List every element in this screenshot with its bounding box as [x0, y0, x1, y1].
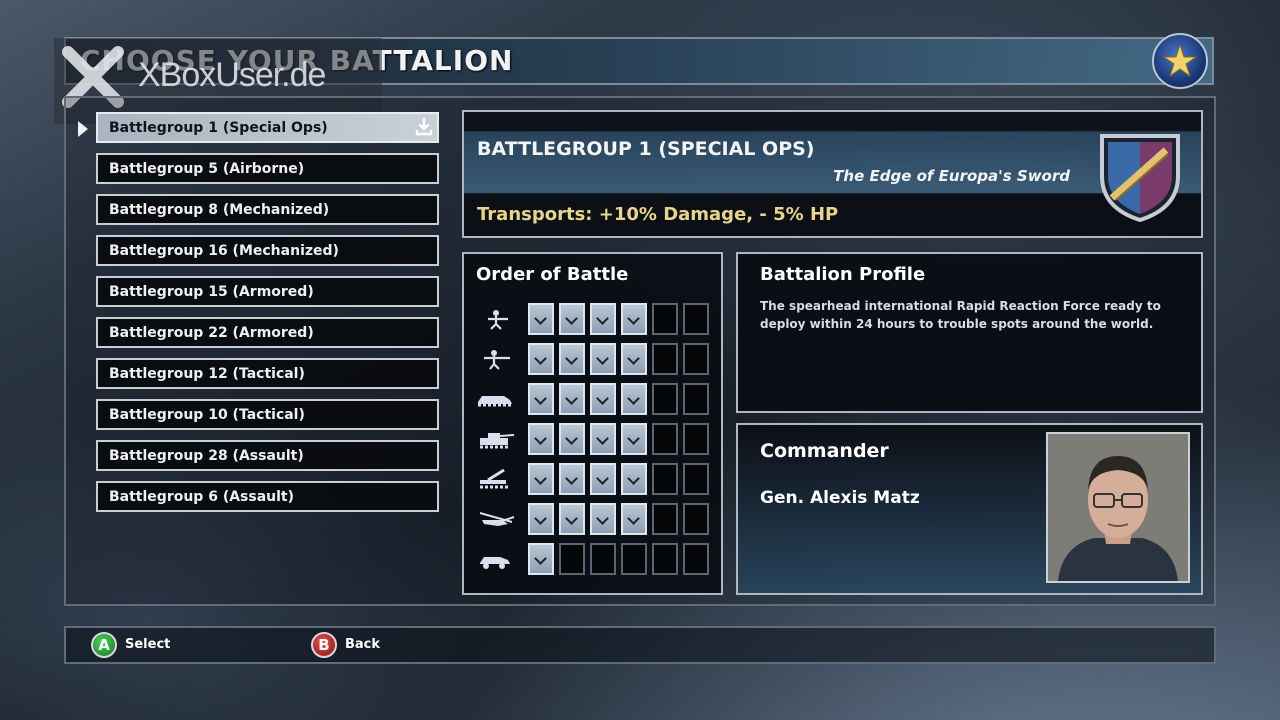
order-of-battle-title: Order of Battle [476, 264, 629, 285]
unit-slot-empty [652, 423, 678, 455]
battalion-item-12[interactable]: Battlegroup 12 (Tactical) [96, 358, 439, 389]
battalion-profile-title: Battalion Profile [760, 264, 926, 285]
unit-slot-filled [528, 423, 554, 455]
unit-slot-empty [652, 383, 678, 415]
unit-slot-filled [590, 383, 616, 415]
commander-title: Commander [760, 440, 889, 462]
unit-slot-empty [683, 543, 709, 575]
unit-slot-empty [683, 423, 709, 455]
unit-slot-empty [652, 303, 678, 335]
b-button-icon[interactable]: B [311, 632, 337, 658]
watermark-text: XBoxUser.de [138, 56, 326, 94]
battalion-profile-text: The spearhead international Rapid Reacti… [760, 299, 1161, 331]
battalion-shield-icon [1100, 134, 1180, 223]
rifleman-icon [484, 350, 510, 370]
unit-slot-empty [652, 503, 678, 535]
unit-slot-filled [590, 463, 616, 495]
artillery-icon [480, 468, 508, 489]
battalion-item-16[interactable]: Battlegroup 16 (Mechanized) [96, 235, 439, 266]
a-button-icon[interactable]: A [91, 632, 117, 658]
battalion-motto: The Edge of Europa's Sword [833, 167, 1070, 185]
unit-slot-empty [683, 303, 709, 335]
unit-slot-filled [559, 383, 585, 415]
unit-slot-empty [590, 543, 616, 575]
unit-slot-filled [621, 423, 647, 455]
unit-slot-filled [621, 463, 647, 495]
unit-slot-empty [683, 383, 709, 415]
tank-icon [480, 433, 515, 449]
unit-slot-filled [528, 463, 554, 495]
unit-slot-filled [559, 423, 585, 455]
battalion-item-1[interactable]: Battlegroup 1 (Special Ops) [96, 112, 439, 143]
unit-slot-filled [559, 503, 585, 535]
unit-slot-filled [590, 343, 616, 375]
commander-portrait [1046, 432, 1190, 583]
unit-slot-filled [621, 303, 647, 335]
download-icon [415, 117, 433, 136]
unit-slot-empty [683, 463, 709, 495]
infantry-icon [488, 310, 508, 330]
battalion-item-10[interactable]: Battlegroup 10 (Tactical) [96, 399, 439, 430]
commander-name: Gen. Alexis Matz [760, 488, 920, 508]
apc-icon [478, 396, 512, 407]
battalion-name: BATTLEGROUP 1 (SPECIAL OPS) [477, 138, 815, 160]
unit-slot-empty [652, 343, 678, 375]
unit-slot-filled [559, 303, 585, 335]
selection-cursor-icon [78, 121, 88, 137]
unit-slot-filled [621, 503, 647, 535]
unit-slot-empty [559, 543, 585, 575]
controls-bar [64, 626, 1216, 664]
battalion-item-5[interactable]: Battlegroup 5 (Airborne) [96, 153, 439, 184]
unit-slot-empty [683, 343, 709, 375]
unit-slot-empty [683, 503, 709, 535]
unit-slot-filled [590, 423, 616, 455]
unit-slot-empty [652, 463, 678, 495]
battalion-item-8[interactable]: Battlegroup 8 (Mechanized) [96, 194, 439, 225]
unit-slot-filled [590, 303, 616, 335]
unit-slot-filled [621, 343, 647, 375]
unit-slot-filled [559, 343, 585, 375]
select-hint[interactable]: Select [125, 637, 170, 652]
battalion-item-22[interactable]: Battlegroup 22 (Armored) [96, 317, 439, 348]
unit-slot-empty [652, 543, 678, 575]
helicopter-icon [479, 512, 515, 526]
battalion-bonus: Transports: +10% Damage, - 5% HP [477, 204, 839, 225]
unit-slot-filled [590, 503, 616, 535]
unit-slot-filled [528, 543, 554, 575]
unit-slot-filled [528, 383, 554, 415]
battalion-item-6[interactable]: Battlegroup 6 (Assault) [96, 481, 439, 512]
unit-slot-empty [621, 543, 647, 575]
back-hint[interactable]: Back [345, 637, 380, 652]
battalion-item-28[interactable]: Battlegroup 28 (Assault) [96, 440, 439, 471]
battalion-item-15[interactable]: Battlegroup 15 (Armored) [96, 276, 439, 307]
unit-slot-filled [621, 383, 647, 415]
light-vehicle-icon [480, 557, 510, 569]
unit-slot-filled [528, 503, 554, 535]
unit-slot-filled [528, 303, 554, 335]
faction-emblem-icon [1152, 33, 1208, 89]
unit-slot-filled [559, 463, 585, 495]
unit-slot-filled [528, 343, 554, 375]
